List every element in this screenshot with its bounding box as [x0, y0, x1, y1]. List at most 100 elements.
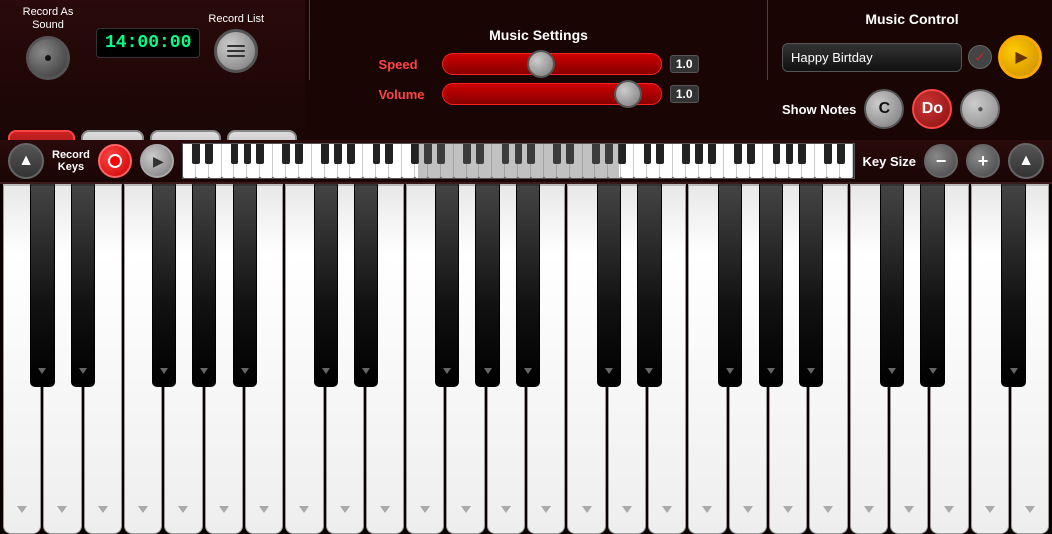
black-key-arrow	[79, 368, 87, 374]
mini-white-key	[454, 144, 467, 178]
minus-icon: −	[936, 151, 947, 172]
show-notes-label: Show Notes	[782, 102, 856, 117]
play-keys-icon: ▶	[153, 153, 164, 170]
white-key-arrow	[743, 506, 753, 513]
record-list-section: Record List	[208, 13, 264, 73]
mini-white-key	[815, 144, 828, 178]
play-keys-button[interactable]: ▶	[140, 144, 174, 178]
volume-slider-track[interactable]	[442, 83, 662, 105]
play-button-large[interactable]: ▶	[998, 35, 1042, 79]
record-as-sound-knob[interactable]	[26, 36, 70, 80]
mini-white-key	[686, 144, 699, 178]
play-icon: ▶	[1015, 47, 1027, 67]
black-key[interactable]	[192, 184, 216, 387]
white-key-arrow	[420, 506, 430, 513]
show-notes-row: Show Notes C Do ●	[782, 89, 1000, 129]
white-key-arrow	[178, 506, 188, 513]
list-icon	[227, 45, 245, 57]
black-key-arrow	[484, 368, 492, 374]
record-keys-section: RecordKeys	[52, 149, 90, 173]
mini-white-key	[492, 144, 505, 178]
black-key[interactable]	[233, 184, 257, 387]
top-row: Record As Sound 14:00:00 Record List	[8, 6, 297, 80]
white-key-arrow	[944, 506, 954, 513]
mini-white-key	[557, 144, 570, 178]
black-key[interactable]	[475, 184, 499, 387]
scroll-right-button[interactable]: ▲	[1008, 143, 1044, 179]
black-key-arrow	[929, 368, 937, 374]
checkmark-icon: ✓	[974, 49, 986, 66]
mini-white-key	[286, 144, 299, 178]
black-key[interactable]	[759, 184, 783, 387]
white-key-arrow	[138, 506, 148, 513]
mini-white-key	[840, 144, 853, 178]
note-plain-badge[interactable]: ●	[960, 89, 1000, 129]
record-list-button[interactable]	[214, 29, 258, 73]
song-dropdown[interactable]: Happy Birtday	[782, 43, 962, 72]
black-key[interactable]	[718, 184, 742, 387]
speed-slider-row: Speed 1.0	[379, 53, 699, 75]
black-key[interactable]	[71, 184, 95, 387]
mini-white-key	[673, 144, 686, 178]
note-c-badge[interactable]: C	[864, 89, 904, 129]
white-key-arrow	[864, 506, 874, 513]
volume-slider-row: Volume 1.0	[379, 83, 699, 105]
mini-white-key	[776, 144, 789, 178]
key-size-decrease-button[interactable]: −	[924, 144, 958, 178]
speed-value: 1.0	[670, 55, 699, 73]
black-key[interactable]	[920, 184, 944, 387]
black-key[interactable]	[799, 184, 823, 387]
black-key[interactable]	[637, 184, 661, 387]
black-key[interactable]	[1001, 184, 1025, 387]
volume-value: 1.0	[670, 85, 699, 103]
mini-white-key	[299, 144, 312, 178]
white-key-arrow	[219, 506, 229, 513]
separator-1	[309, 0, 310, 80]
black-key-arrow	[1010, 368, 1018, 374]
black-key[interactable]	[314, 184, 338, 387]
white-key-arrow	[1025, 506, 1035, 513]
mini-white-key	[183, 144, 196, 178]
black-key[interactable]	[597, 184, 621, 387]
top-section: Record As Sound 14:00:00 Record List	[0, 0, 1052, 140]
speed-label: Speed	[379, 57, 434, 72]
black-key[interactable]	[30, 184, 54, 387]
mini-white-key	[763, 144, 776, 178]
list-icon-line-3	[227, 55, 245, 57]
black-key-arrow	[605, 368, 613, 374]
white-key-arrow	[461, 506, 471, 513]
piano-scroll-preview[interactable]	[182, 143, 855, 179]
mini-white-key	[441, 144, 454, 178]
white-key-arrow	[823, 506, 833, 513]
mini-white-key	[544, 144, 557, 178]
black-key[interactable]	[354, 184, 378, 387]
black-key[interactable]	[435, 184, 459, 387]
music-control-title: Music Control	[865, 11, 958, 27]
record-button[interactable]	[98, 144, 132, 178]
black-key[interactable]	[880, 184, 904, 387]
music-settings-title: Music Settings	[489, 27, 588, 43]
separator-2	[767, 0, 768, 80]
song-selector-row: Happy Birtday ✓ ▶	[782, 35, 1042, 79]
speed-slider-thumb[interactable]	[527, 50, 555, 78]
checkmark-circle[interactable]: ✓	[968, 45, 992, 69]
key-size-increase-button[interactable]: +	[966, 144, 1000, 178]
note-do-badge[interactable]: Do	[912, 89, 952, 129]
note-c-label: C	[879, 100, 891, 118]
record-dot-icon	[108, 154, 122, 168]
mini-white-key	[621, 144, 634, 178]
speed-slider-track[interactable]	[442, 53, 662, 75]
scroll-up-button[interactable]: ▲	[8, 143, 44, 179]
mini-white-key	[428, 144, 441, 178]
mini-white-key	[518, 144, 531, 178]
black-key[interactable]	[152, 184, 176, 387]
mini-white-key	[711, 144, 724, 178]
white-key-arrow	[702, 506, 712, 513]
mini-white-key	[389, 144, 402, 178]
mini-white-key	[570, 144, 583, 178]
note-do-label: Do	[922, 100, 943, 118]
note-plain-icon: ●	[977, 104, 983, 115]
white-key-arrow	[783, 506, 793, 513]
black-key[interactable]	[516, 184, 540, 387]
volume-slider-thumb[interactable]	[614, 80, 642, 108]
